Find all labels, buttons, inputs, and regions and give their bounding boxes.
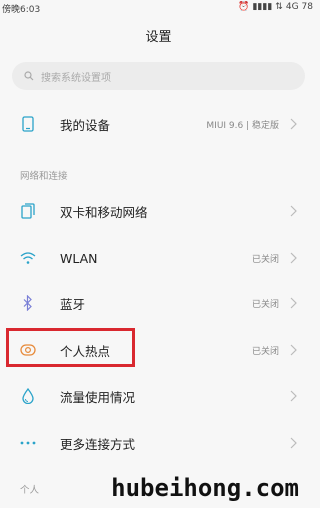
row-wlan[interactable]: WLAN 已关闭	[0, 236, 317, 280]
row-label: 蓝牙	[60, 296, 86, 312]
search-input[interactable]: 搜索系统设置项	[12, 62, 305, 90]
status-bar: 傍晚6:03 ⏰ ▮▮▮▮ ⇅ 4G 78	[0, 0, 317, 16]
water-drop-icon	[20, 388, 36, 404]
chevron-right-icon	[290, 297, 297, 309]
chevron-right-icon	[290, 118, 297, 130]
row-label: 双卡和移动网络	[60, 204, 148, 220]
chevron-right-icon	[290, 437, 297, 449]
row-label: 我的设备	[60, 117, 111, 133]
chevron-right-icon	[290, 344, 297, 356]
phone-icon	[20, 116, 36, 132]
battery-level: 78	[301, 2, 313, 12]
row-value: 已关闭	[251, 346, 279, 357]
status-time: 傍晚6:03	[2, 5, 41, 15]
row-more-connections[interactable]: 更多连接方式	[0, 421, 317, 465]
row-sim-network[interactable]: 双卡和移动网络	[0, 189, 317, 233]
row-bluetooth[interactable]: 蓝牙 已关闭	[0, 281, 317, 325]
highlight-box	[6, 328, 135, 367]
sim-card-icon	[20, 203, 36, 219]
wifi-icon	[20, 250, 36, 266]
alarm-clock-icon: ⏰	[238, 2, 250, 12]
page-title: 设置	[145, 30, 172, 45]
row-label: 流量使用情况	[60, 389, 136, 405]
row-value: MIUI 9.6 | 稳定版	[206, 120, 279, 131]
chevron-right-icon	[290, 390, 297, 402]
section-header-personal: 个人	[20, 485, 40, 496]
search-placeholder: 搜索系统设置项	[41, 72, 111, 84]
status-icons: ⏰ ▮▮▮▮ ⇅ 4G 78	[238, 2, 313, 12]
signal-bars-icon: ▮▮▮▮	[252, 2, 273, 12]
row-my-device[interactable]: 我的设备 MIUI 9.6 | 稳定版	[0, 102, 317, 146]
row-value: 已关闭	[251, 299, 279, 310]
watermark-text: hubeihong.com	[111, 474, 299, 502]
section-header-network: 网络和连接	[20, 171, 68, 182]
chevron-right-icon	[290, 252, 297, 264]
bluetooth-icon	[20, 295, 36, 311]
more-dots-icon	[20, 435, 36, 451]
chevron-right-icon	[290, 205, 297, 217]
row-data-usage[interactable]: 流量使用情况	[0, 374, 317, 418]
search-icon	[24, 71, 34, 81]
row-label: 更多连接方式	[60, 436, 136, 452]
data-arrows-icon: ⇅	[275, 2, 283, 12]
row-label: WLAN	[60, 250, 98, 266]
row-value: 已关闭	[251, 254, 279, 265]
network-type: 4G	[285, 2, 299, 12]
